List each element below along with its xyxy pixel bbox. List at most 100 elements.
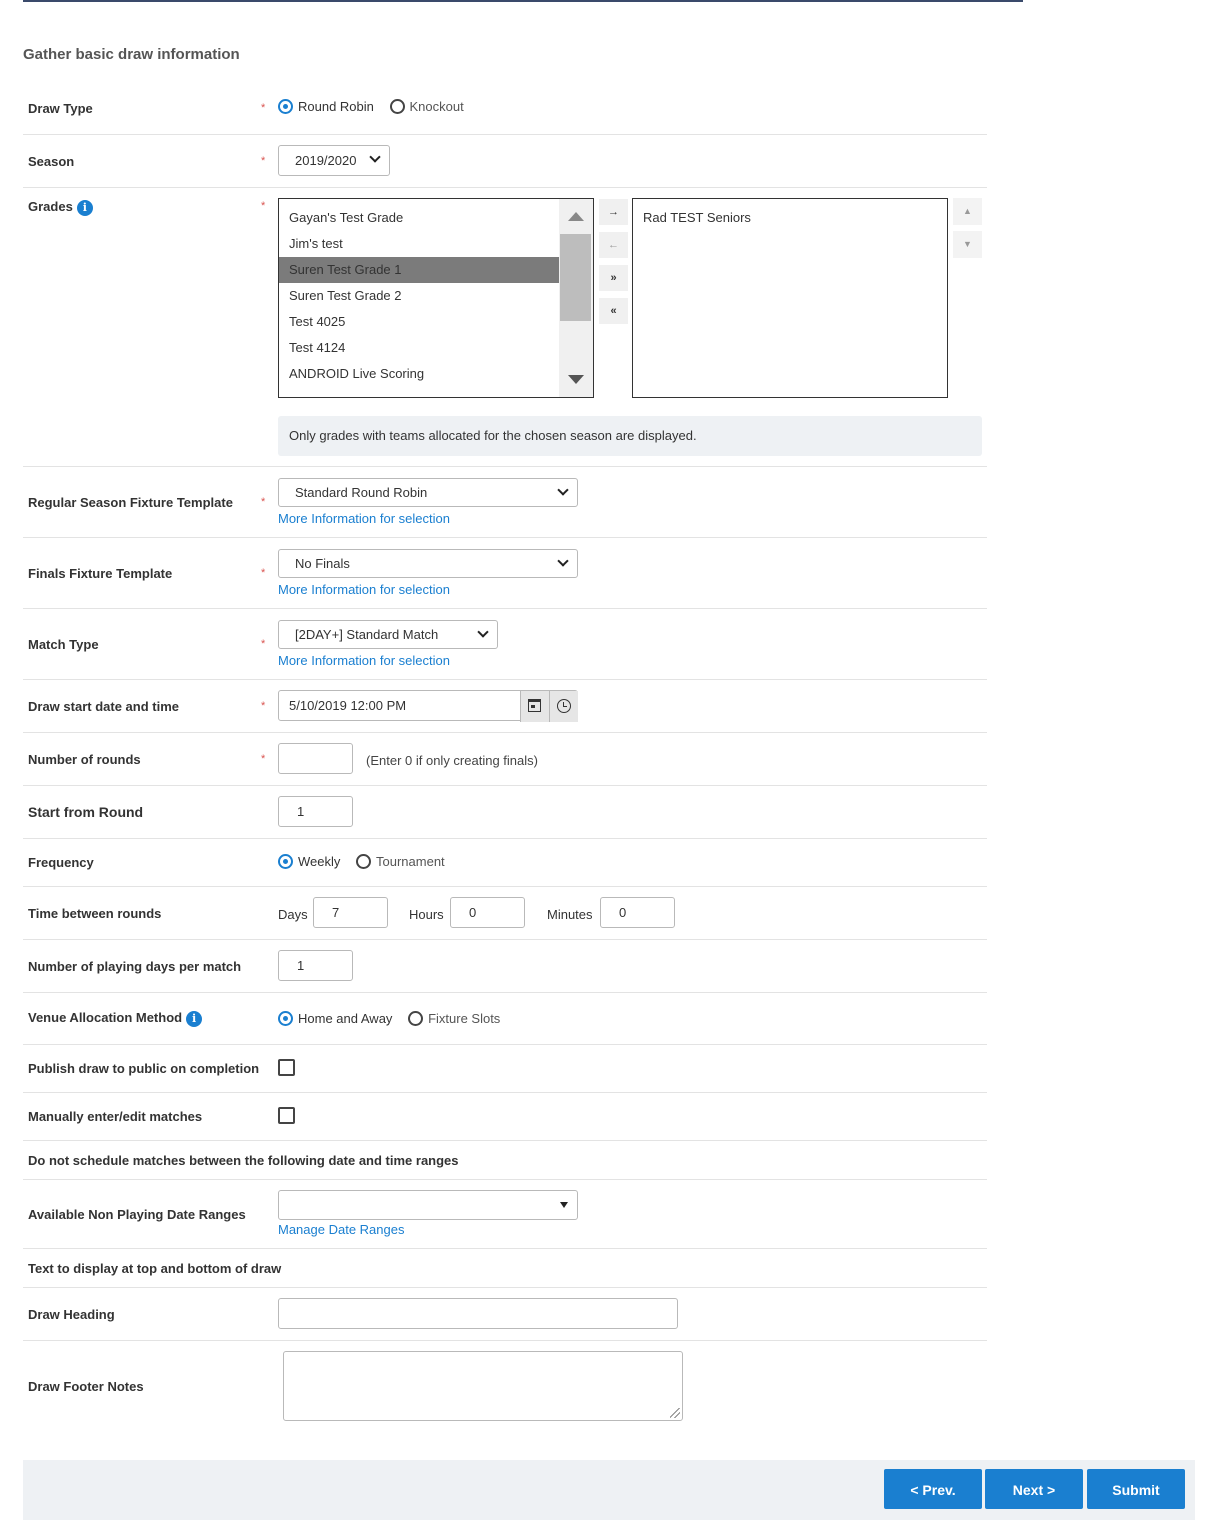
- move-right-button[interactable]: →: [599, 199, 628, 225]
- draw-footer-row: Draw Footer Notes: [23, 1341, 987, 1431]
- playing-days-input[interactable]: 1: [278, 950, 353, 981]
- resize-grip-icon[interactable]: [670, 1408, 680, 1418]
- required-marker: *: [261, 753, 266, 765]
- next-button[interactable]: Next >: [985, 1469, 1083, 1509]
- publish-label: Publish draw to public on completion: [28, 1061, 260, 1076]
- venue-allocation-options: Home and Away Fixture Slots: [278, 1010, 512, 1027]
- scroll-down-arrow-icon[interactable]: [568, 375, 584, 384]
- dropdown-arrow-icon: [560, 1202, 568, 1208]
- list-scrollbar[interactable]: [559, 199, 593, 397]
- move-all-right-button[interactable]: »: [599, 265, 628, 291]
- knockout-radio[interactable]: [389, 99, 405, 115]
- no-schedule-heading-row: Do not schedule matches between the foll…: [23, 1141, 987, 1180]
- tournament-radio[interactable]: [356, 854, 372, 870]
- start-round-row: Start from Round 1: [23, 786, 987, 839]
- rounds-label: Number of rounds: [28, 752, 141, 767]
- rounds-input[interactable]: [278, 743, 353, 774]
- round-robin-radio[interactable]: [278, 99, 293, 115]
- move-left-button[interactable]: ←: [599, 232, 628, 258]
- manage-date-ranges-link[interactable]: Manage Date Ranges: [278, 1222, 404, 1237]
- draw-type-row: Draw Type * Round Robin Knockout: [23, 82, 987, 135]
- no-schedule-heading: Do not schedule matches between the foll…: [28, 1153, 459, 1168]
- playing-days-label: Number of playing days per match: [28, 959, 242, 974]
- chosen-grades-list[interactable]: Rad TEST Seniors: [632, 198, 948, 398]
- list-item[interactable]: Test 4025: [279, 309, 559, 335]
- info-icon[interactable]: i: [186, 1010, 203, 1027]
- time-button[interactable]: [549, 691, 578, 722]
- chevron-down-icon: [557, 555, 569, 567]
- regular-template-row: Regular Season Fixture Template * Standa…: [23, 467, 987, 538]
- manual-edit-row: Manually enter/edit matches: [23, 1093, 987, 1141]
- tournament-label: Tournament: [376, 854, 445, 870]
- move-up-button[interactable]: ▲: [953, 198, 982, 225]
- list-item[interactable]: Test 4124: [279, 335, 559, 361]
- list-item[interactable]: Suren Test Grade 2: [279, 283, 559, 309]
- prev-button[interactable]: < Prev.: [884, 1469, 982, 1509]
- calendar-button[interactable]: [520, 691, 549, 722]
- draw-type-label: Draw Type: [28, 101, 93, 116]
- text-heading-row: Text to display at top and bottom of dra…: [23, 1249, 987, 1288]
- list-item[interactable]: ANDROID Live Scoring: [279, 361, 559, 387]
- rounds-hint: (Enter 0 if only creating finals): [366, 753, 538, 768]
- manual-edit-label: Manually enter/edit matches: [28, 1109, 203, 1124]
- home-away-radio[interactable]: [278, 1011, 293, 1027]
- season-row: Season * 2019/2020: [23, 135, 987, 188]
- submit-button[interactable]: Submit: [1087, 1469, 1185, 1509]
- weekly-label: Weekly: [298, 854, 341, 870]
- manual-edit-checkbox[interactable]: [278, 1107, 295, 1124]
- non-playing-select[interactable]: [278, 1190, 578, 1220]
- move-down-button[interactable]: ▼: [953, 231, 982, 258]
- regular-template-info-link[interactable]: More Information for selection: [278, 511, 450, 526]
- match-type-info-link[interactable]: More Information for selection: [278, 653, 450, 668]
- round-robin-label: Round Robin: [298, 99, 374, 115]
- draw-heading-input[interactable]: [278, 1298, 678, 1329]
- move-all-left-button[interactable]: «: [599, 298, 628, 324]
- minutes-input[interactable]: 0: [600, 897, 675, 928]
- regular-template-select[interactable]: Standard Round Robin: [278, 478, 578, 507]
- scrollbar-thumb[interactable]: [560, 234, 591, 321]
- rounds-row: Number of rounds * (Enter 0 if only crea…: [23, 733, 987, 786]
- fixture-slots-label: Fixture Slots: [428, 1011, 501, 1027]
- hours-input[interactable]: 0: [450, 897, 525, 928]
- start-datetime-input[interactable]: 5/10/2019 12:00 PM: [278, 690, 578, 722]
- non-playing-row: Available Non Playing Date Ranges Manage…: [23, 1180, 987, 1249]
- grades-notice: Only grades with teams allocated for the…: [278, 416, 982, 456]
- match-type-select[interactable]: [2DAY+] Standard Match: [278, 620, 498, 649]
- start-round-label: Start from Round: [28, 804, 144, 820]
- season-select[interactable]: 2019/2020: [278, 145, 390, 176]
- available-grades-list[interactable]: Gayan's Test Grade Jim's test Suren Test…: [278, 198, 594, 398]
- list-item-selected[interactable]: Suren Test Grade 1: [279, 257, 559, 283]
- finals-template-row: Finals Fixture Template * No Finals More…: [23, 538, 987, 609]
- frequency-label: Frequency: [28, 855, 94, 870]
- finals-template-select[interactable]: No Finals: [278, 549, 578, 578]
- days-label: Days: [278, 907, 308, 922]
- regular-template-label: Regular Season Fixture Template: [28, 495, 233, 510]
- playing-days-row: Number of playing days per match 1: [23, 940, 987, 993]
- finals-template-label: Finals Fixture Template: [28, 566, 173, 581]
- draw-type-options: Round Robin Knockout: [278, 98, 476, 115]
- weekly-radio[interactable]: [278, 854, 293, 870]
- scroll-up-arrow-icon[interactable]: [568, 212, 584, 221]
- venue-allocation-label: Venue Allocation Method: [28, 1010, 183, 1025]
- finals-template-value: No Finals: [295, 556, 350, 571]
- required-marker: *: [261, 638, 266, 650]
- start-round-input[interactable]: 1: [278, 796, 353, 827]
- clock-icon: [557, 699, 571, 713]
- finals-template-info-link[interactable]: More Information for selection: [278, 582, 450, 597]
- venue-allocation-row: Venue Allocation Method i Home and Away F…: [23, 993, 987, 1045]
- home-away-label: Home and Away: [298, 1011, 393, 1027]
- frequency-row: Frequency Weekly Tournament: [23, 839, 987, 887]
- draw-footer-textarea[interactable]: [283, 1351, 683, 1421]
- text-heading: Text to display at top and bottom of dra…: [28, 1261, 282, 1276]
- list-item[interactable]: Rad TEST Seniors: [633, 205, 947, 231]
- list-item[interactable]: Gayan's Test Grade: [279, 205, 559, 231]
- info-icon[interactable]: i: [76, 199, 93, 216]
- required-marker: *: [261, 102, 266, 114]
- list-item[interactable]: Jim's test: [279, 231, 559, 257]
- fixture-slots-radio[interactable]: [408, 1011, 424, 1027]
- publish-checkbox[interactable]: [278, 1059, 295, 1076]
- days-input[interactable]: 7: [313, 897, 388, 928]
- chevron-down-icon: [369, 151, 381, 163]
- regular-template-value: Standard Round Robin: [295, 485, 428, 500]
- minutes-label: Minutes: [547, 907, 593, 922]
